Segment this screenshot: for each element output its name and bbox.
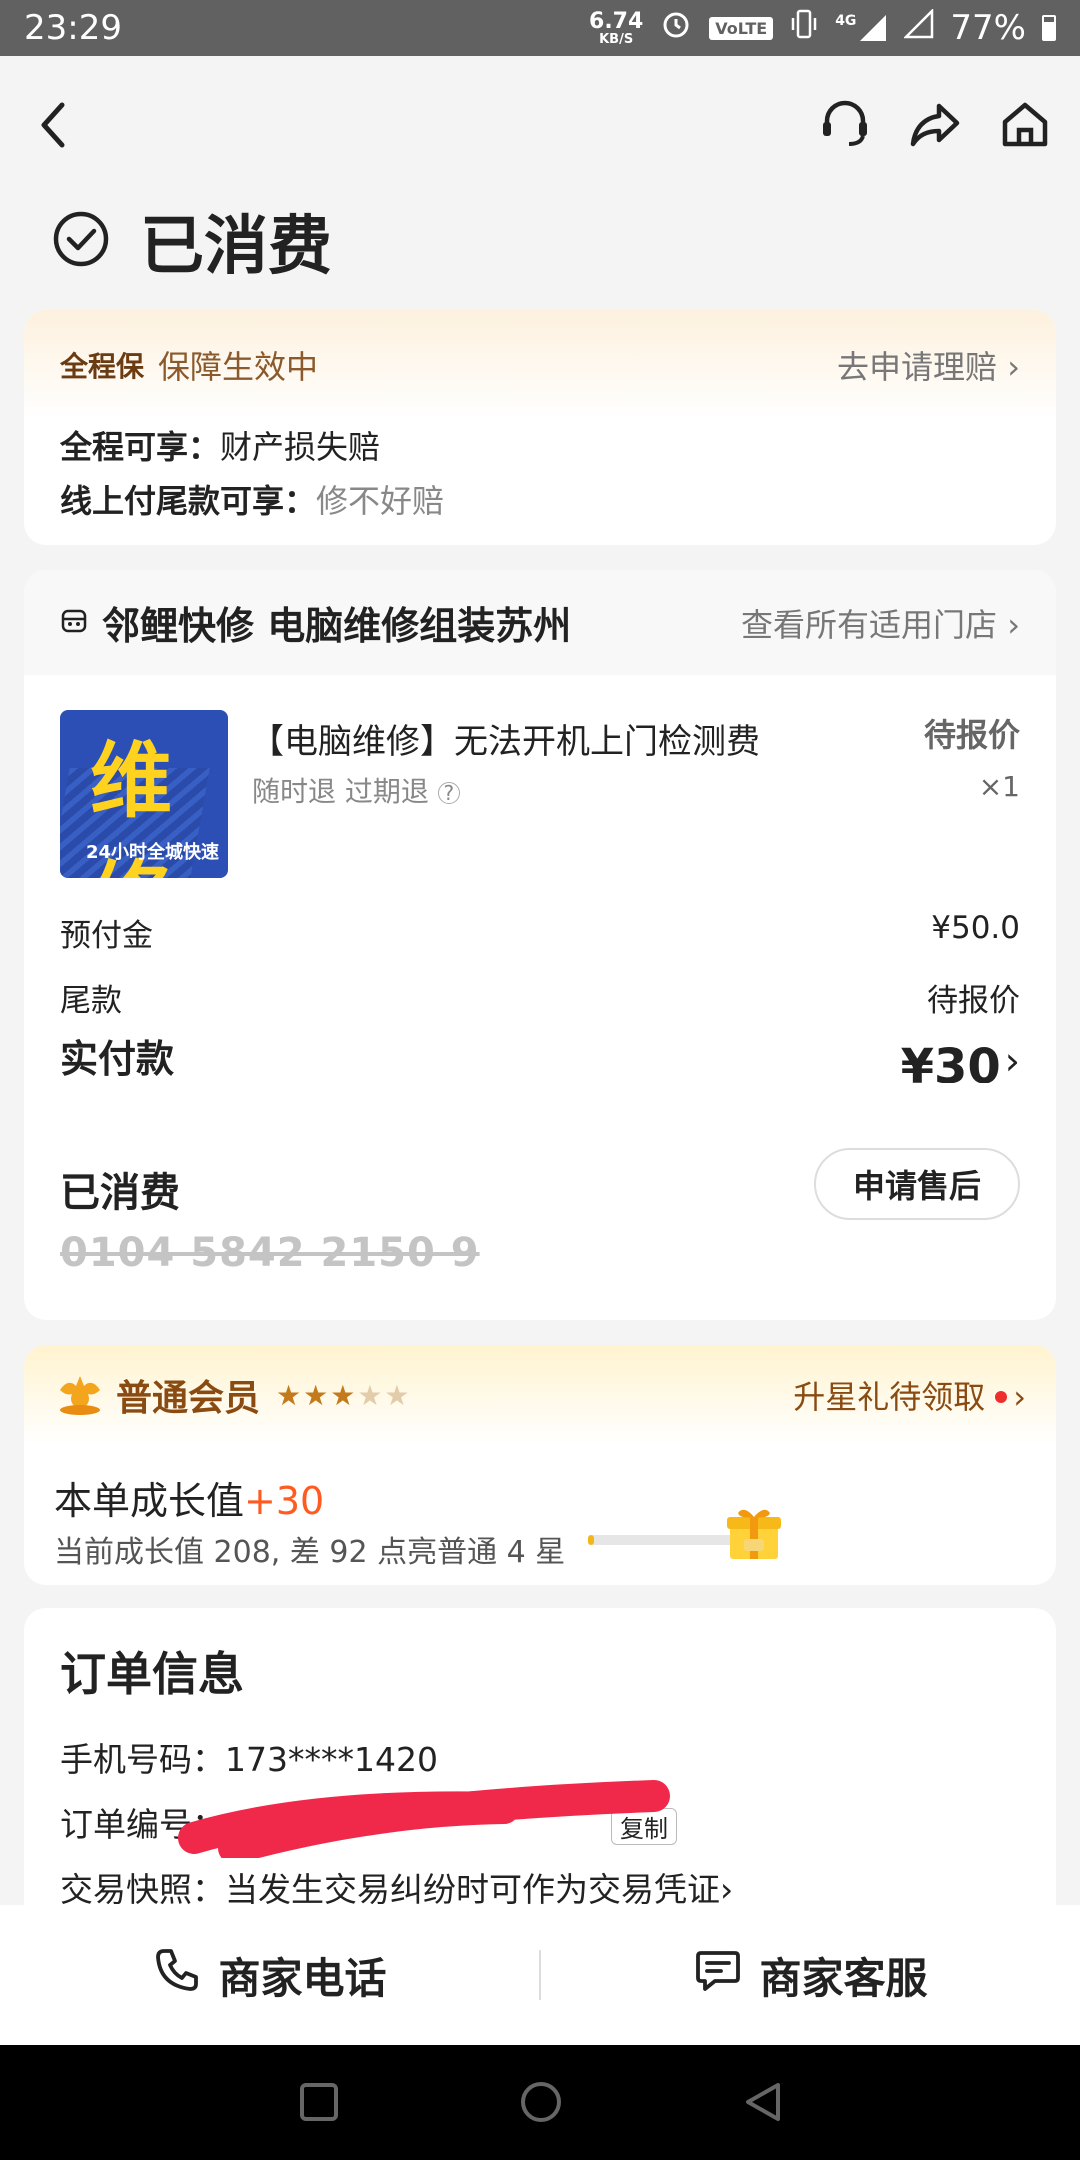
share-icon[interactable]	[905, 94, 965, 154]
phone-icon	[152, 1945, 202, 2005]
volte-icon: VoLTE	[709, 16, 774, 40]
all-stores-link[interactable]: 查看所有适用门店 ›	[741, 600, 1020, 646]
product-qty: ×1	[978, 770, 1020, 803]
member-header: 普通会员 ★★★★★ 升星礼待领取 ›	[24, 1345, 1056, 1445]
fee-row-deposit: 预付金 ¥50.0	[60, 910, 1020, 954]
check-circle-icon	[52, 210, 110, 272]
order-detail-card: 邻鲤快修 电脑维修组装苏州 查看所有适用门店 › 维修 24小时全城快速 【电脑…	[24, 570, 1056, 1320]
voucher-status: 已消费	[60, 1170, 180, 1216]
paid-value: ¥30	[900, 1039, 1001, 1083]
growth-note: 当前成长值 208, 差 92 点亮普通 4 星	[54, 1535, 566, 1570]
merchant-chat-button[interactable]: 商家客服	[541, 1945, 1080, 2006]
signal-icon	[903, 7, 934, 48]
help-circle-icon[interactable]: ?	[437, 782, 460, 804]
member-card: 普通会员 ★★★★★ 升星礼待领取 › 本单成长值+30 当前成长值 208, 差…	[24, 1345, 1056, 1585]
store-header[interactable]: 邻鲤快修 电脑维修组装苏州 查看所有适用门店 ›	[24, 570, 1056, 675]
snapshot-row[interactable]: 交易快照：当发生交易纠纷时可作为交易凭证›	[60, 1863, 733, 1911]
member-level: 普通会员	[116, 1378, 261, 1419]
after-sale-button[interactable]: 申请售后	[814, 1148, 1020, 1220]
status-time: 23:29	[24, 8, 122, 48]
chevron-right-icon: ›	[1013, 1378, 1026, 1416]
product-thumbnail: 维修 24小时全城快速	[60, 710, 228, 878]
battery-level: 77%	[950, 8, 1026, 48]
product-tags: 随时退 过期退 ?	[252, 770, 460, 810]
product-item[interactable]: 维修 24小时全城快速 【电脑维修】无法开机上门检测费 随时退 过期退 ? 待报…	[60, 710, 1020, 880]
protection-line-2: 线上付尾款可享：修不好赔	[60, 482, 445, 520]
phone-row: 手机号码：173****1420	[60, 1740, 438, 1779]
battery-icon	[1042, 15, 1056, 41]
voucher-code: 0104 5842 2150 9	[60, 1230, 480, 1276]
vibrate-icon	[789, 7, 819, 50]
order-info-title: 订单信息	[60, 1647, 244, 1701]
alarm-icon	[659, 7, 693, 50]
page-title: 已消费	[140, 210, 332, 284]
status-title-row: 已消费	[52, 195, 332, 287]
product-price: 待报价	[923, 716, 1020, 754]
recents-icon[interactable]	[298, 2081, 340, 2127]
back-triangle-icon[interactable]	[740, 2079, 784, 2129]
net-speed: 6.74 KB/S	[589, 8, 644, 47]
upgrade-gift-link[interactable]: 升星礼待领取 ›	[793, 1372, 1026, 1418]
back-arrow-icon[interactable]	[30, 90, 80, 160]
growth-value: 本单成长值+30	[54, 1479, 325, 1523]
protection-card: 全程保 保障生效中 去申请理赔 › 全程可享：财产损失赔 线上付尾款可享：修不好…	[24, 310, 1056, 545]
protection-line-1: 全程可享：财产损失赔	[60, 428, 381, 466]
fee-row-balance: 尾款 待报价	[60, 983, 1020, 1019]
customer-service-icon[interactable]	[815, 94, 875, 154]
redaction-mark	[178, 1780, 670, 1858]
chat-icon	[693, 1945, 743, 2005]
paid-amount-row[interactable]: 实付款 ¥30 ›	[60, 1028, 1020, 1083]
protection-header: 全程保 保障生效中 去申请理赔 ›	[24, 310, 1056, 420]
status-bar: 23:29 6.74 KB/S VoLTE 4G 77%	[0, 0, 1080, 56]
protection-status: 保障生效中	[158, 348, 319, 386]
member-badge-icon	[54, 1370, 106, 1420]
chevron-right-icon: ›	[1004, 1039, 1020, 1083]
notification-dot	[995, 1391, 1008, 1403]
chevron-right-icon: ›	[720, 1870, 734, 1909]
protection-brand: 全程保	[60, 350, 145, 383]
home-icon[interactable]	[995, 94, 1055, 154]
paid-label: 实付款	[60, 1037, 175, 1081]
system-nav-bar	[0, 2045, 1080, 2160]
merchant-phone-button[interactable]: 商家电话	[0, 1945, 539, 2006]
product-title: 【电脑维修】无法开机上门检测费	[250, 722, 760, 762]
member-stars: ★★★★★	[276, 1378, 412, 1412]
chevron-right-icon: ›	[1007, 605, 1020, 644]
top-nav	[0, 80, 1080, 170]
bottom-action-bar: 商家电话 商家客服	[0, 1905, 1080, 2045]
claim-link[interactable]: 去申请理赔 ›	[837, 342, 1020, 388]
gift-box-icon[interactable]	[724, 1505, 784, 1561]
store-name: 邻鲤快修 电脑维修组装苏州	[102, 604, 572, 648]
signal-4g-icon: 4G	[835, 13, 888, 43]
growth-progress-bar	[588, 1535, 738, 1545]
chevron-right-icon: ›	[1007, 348, 1020, 386]
home-circle-icon[interactable]	[518, 2079, 564, 2129]
store-icon	[60, 607, 88, 639]
